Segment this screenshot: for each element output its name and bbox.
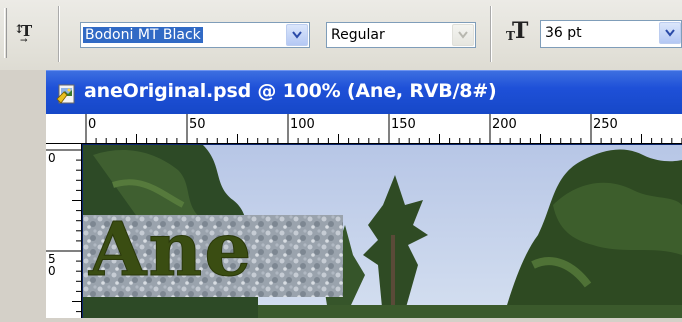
- ruler-label: 150: [391, 117, 416, 132]
- ruler-label: 50: [189, 117, 206, 132]
- ruler-label: 200: [492, 117, 517, 132]
- font-size-icon: TT: [506, 18, 529, 44]
- toolbar-grip[interactable]: [4, 8, 7, 58]
- ruler-label: 0: [48, 264, 56, 278]
- font-size-value[interactable]: 36 pt: [545, 25, 582, 41]
- ruler-label: 250: [593, 117, 618, 132]
- vertical-ruler[interactable]: 050: [46, 144, 82, 318]
- horizontal-ruler[interactable]: 0 50 100 150 200 250: [46, 114, 682, 144]
- font-family-value[interactable]: Bodoni MT Black: [83, 27, 203, 43]
- text-orientation-icon[interactable]: ↕ T →: [14, 20, 42, 48]
- document-title: aneOriginal.psd @ 100% (Ane, RVB/8#): [84, 80, 497, 102]
- separator: [490, 6, 492, 62]
- font-size-select[interactable]: 36 pt: [540, 20, 682, 48]
- font-size-dropdown-button[interactable]: [659, 22, 681, 44]
- font-style-select[interactable]: Regular: [326, 22, 476, 48]
- font-family-select[interactable]: Bodoni MT Black: [80, 22, 310, 48]
- ruler-label: 0: [88, 117, 96, 132]
- image-canvas[interactable]: Ane: [83, 145, 682, 318]
- font-style-value: Regular: [331, 27, 385, 43]
- text-layer-ane[interactable]: Ane: [88, 207, 253, 294]
- chevron-down-icon: [458, 31, 468, 39]
- chevron-down-icon: [292, 31, 302, 39]
- psd-file-icon: [56, 83, 78, 105]
- separator: [58, 6, 60, 62]
- font-style-dropdown-button[interactable]: [452, 24, 474, 46]
- document-window: aneOriginal.psd @ 100% (Ane, RVB/8#) 0 50…: [46, 70, 682, 318]
- document-title-bar[interactable]: aneOriginal.psd @ 100% (Ane, RVB/8#): [46, 70, 682, 114]
- options-bar: ↕ T → Bodoni MT Black Regular TT 36 pt: [0, 0, 682, 70]
- ruler-label: 0: [48, 151, 56, 165]
- font-family-dropdown-button[interactable]: [286, 24, 308, 46]
- chevron-down-icon: [665, 29, 675, 37]
- ruler-label: 100: [290, 117, 315, 132]
